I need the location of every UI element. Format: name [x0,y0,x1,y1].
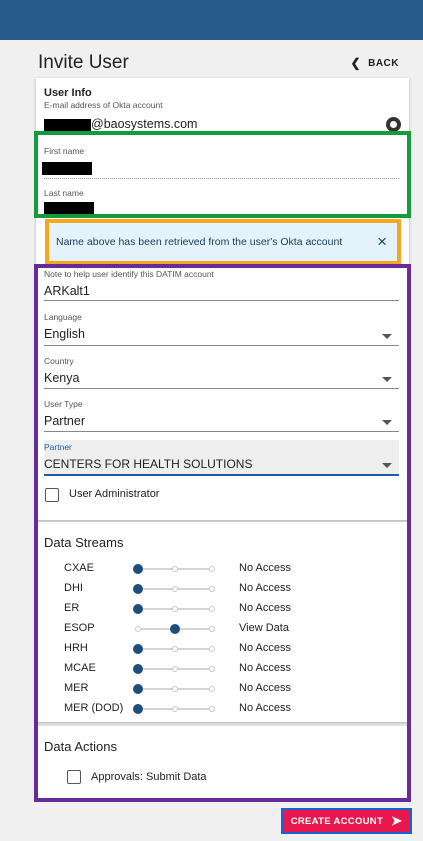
back-label: BACK [368,57,399,69]
slider-thumb[interactable] [133,604,143,614]
data-stream-status: No Access [239,682,291,694]
data-stream-access-slider[interactable] [133,683,216,695]
data-stream-status: No Access [239,582,291,594]
data-stream-name: HRH [64,642,88,654]
country-select[interactable]: Kenya [44,371,79,385]
data-stream-access-slider[interactable] [133,563,216,575]
data-stream-access-slider[interactable] [133,643,216,655]
slider-tick [209,566,215,572]
first-name-underline [44,178,399,179]
user-admin-label: User Administrator [69,488,160,500]
data-stream-status: No Access [239,602,291,614]
slider-thumb[interactable] [170,624,180,634]
redacted-first-name [42,162,92,175]
country-underline [44,388,399,389]
slider-tick [172,606,178,612]
data-actions-title: Data Actions [44,739,117,754]
email-caption: E-mail address of Okta account [44,100,163,110]
data-stream-name: CXAE [64,562,94,574]
slider-tick [172,566,178,572]
user-admin-checkbox[interactable] [45,488,59,502]
note-underline [44,300,399,301]
caret-down-icon[interactable] [382,463,392,468]
data-streams-card: Data Streams CXAE No Access DHI No Access ER… [36,522,409,722]
chevron-left-icon: ❮ [350,56,362,70]
data-stream-status: View Data [239,622,289,634]
okta-info-banner: Name above has been retrieved from the u… [49,223,397,261]
language-select[interactable]: English [44,327,85,341]
slider-tick [172,666,178,672]
data-stream-status: No Access [239,642,291,654]
approvals-checkbox[interactable] [67,770,81,784]
user-info-card: User Info E-mail address of Okta account… [36,78,409,520]
page-title: Invite User [38,52,129,73]
data-stream-access-slider[interactable] [133,663,216,675]
user-type-select[interactable]: Partner [44,414,85,428]
send-icon: ➤ [391,813,403,828]
slider-tick [172,586,178,592]
country-label: Country [44,356,74,366]
slider-tick [172,646,178,652]
data-stream-access-slider[interactable] [134,623,216,635]
partner-select[interactable]: CENTERS FOR HEALTH SOLUTIONS [44,457,252,471]
caret-down-icon[interactable] [382,377,392,382]
slider-thumb[interactable] [133,664,143,674]
user-info-heading: User Info [44,87,92,99]
data-stream-name: MER [64,682,89,694]
data-stream-access-slider[interactable] [133,583,216,595]
data-stream-name: ER [64,602,80,614]
redacted-last-name [44,202,94,215]
slider-tick [209,686,215,692]
data-stream-name: MCAE [64,662,96,674]
language-label: Language [44,312,82,322]
slider-thumb[interactable] [133,644,143,654]
redacted-email-user [44,119,91,131]
slider-tick [209,666,215,672]
data-stream-name: ESOP [64,622,95,634]
last-name-label: Last name [44,188,84,198]
slider-tick [172,686,178,692]
first-name-label: First name [44,146,85,156]
okta-logo-icon [386,117,401,132]
slider-thumb[interactable] [133,684,143,694]
data-stream-name: MER (DOD) [64,702,124,714]
slider-tick [209,606,215,612]
user-type-underline [44,431,399,432]
slider-thumb[interactable] [133,564,143,574]
partner-underline [44,474,399,476]
note-input[interactable]: ARKalt1 [44,284,90,298]
slider-tick [209,646,215,652]
data-stream-status: No Access [239,562,291,574]
language-underline [44,345,399,346]
data-stream-name: DHI [64,582,83,594]
slider-tick [172,706,178,712]
caret-down-icon[interactable] [382,420,392,425]
data-stream-status: No Access [239,702,291,714]
data-streams-title: Data Streams [44,535,124,550]
create-account-button[interactable]: CREATE ACCOUNT ➤ [281,808,412,834]
data-actions-card: Data Actions Approvals: Submit Data [36,726,409,798]
slider-tick [209,706,215,712]
user-type-label: User Type [44,399,83,409]
slider-thumb[interactable] [133,584,143,594]
note-label: Note to help user identify this DATIM ac… [44,269,214,279]
top-app-bar [0,0,423,40]
slider-tick [135,626,141,632]
banner-message: Name above has been retrieved from the u… [56,236,343,248]
back-button[interactable]: ❮ BACK [351,56,399,70]
slider-tick [209,626,215,632]
approvals-label: Approvals: Submit Data [91,771,207,783]
partner-label: Partner [44,442,72,452]
slider-tick [209,586,215,592]
slider-thumb[interactable] [133,704,143,714]
create-account-label: CREATE ACCOUNT [290,815,384,827]
data-stream-status: No Access [239,662,291,674]
close-icon[interactable]: × [377,232,387,252]
data-stream-access-slider[interactable] [133,703,216,715]
data-stream-access-slider[interactable] [133,603,216,615]
email-domain: @baosystems.com [91,117,198,131]
caret-down-icon[interactable] [382,334,392,339]
